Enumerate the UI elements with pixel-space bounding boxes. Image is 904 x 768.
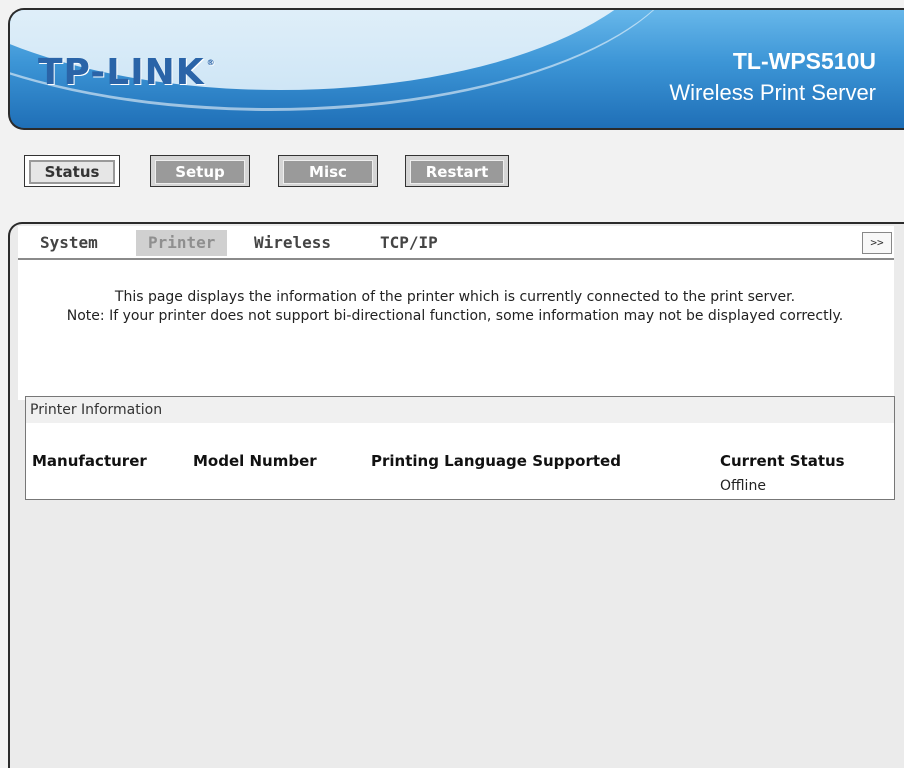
logo-registered-mark: ® xyxy=(206,58,216,67)
column-header-current-status: Current Status xyxy=(720,452,845,470)
logo-text: TP-LINK xyxy=(38,52,205,93)
tab-tcpip[interactable]: TCP/IP xyxy=(368,230,450,256)
model-number: TL-WPS510U xyxy=(732,48,876,74)
tab-system[interactable]: System xyxy=(28,230,110,256)
column-header-model-number: Model Number xyxy=(193,452,317,470)
tab-wireless[interactable]: Wireless xyxy=(242,230,343,256)
restart-button[interactable]: Restart xyxy=(405,155,509,187)
current-status-value: Offline xyxy=(720,478,766,494)
setup-button[interactable]: Setup xyxy=(150,155,250,187)
header-banner: TP-LINK ® TL-WPS510U Wireless Print Serve… xyxy=(8,8,904,130)
status-button-label: Status xyxy=(29,160,115,184)
misc-button[interactable]: Misc xyxy=(278,155,378,187)
tp-link-logo: TP-LINK ® xyxy=(38,52,216,93)
status-button[interactable]: Status xyxy=(24,155,120,187)
printer-information-table: Printer Information Manufacturer Model N… xyxy=(25,396,895,500)
printer-information-title: Printer Information xyxy=(26,397,894,423)
sub-nav: System Printer Wireless TCP/IP >> xyxy=(18,226,894,260)
misc-button-label: Misc xyxy=(283,160,373,184)
column-header-manufacturer: Manufacturer xyxy=(32,452,147,470)
info-note: Note: If your printer does not support b… xyxy=(66,308,844,324)
restart-button-label: Restart xyxy=(410,160,504,184)
product-name: Wireless Print Server xyxy=(669,80,876,105)
setup-button-label: Setup xyxy=(155,160,245,184)
more-tabs-button[interactable]: >> xyxy=(862,232,892,254)
tab-printer[interactable]: Printer xyxy=(136,230,228,256)
content-area xyxy=(18,260,894,400)
info-description: This page displays the information of th… xyxy=(114,289,796,305)
column-header-printing-language: Printing Language Supported xyxy=(371,452,621,470)
info-text: This page displays the information of th… xyxy=(40,288,870,326)
